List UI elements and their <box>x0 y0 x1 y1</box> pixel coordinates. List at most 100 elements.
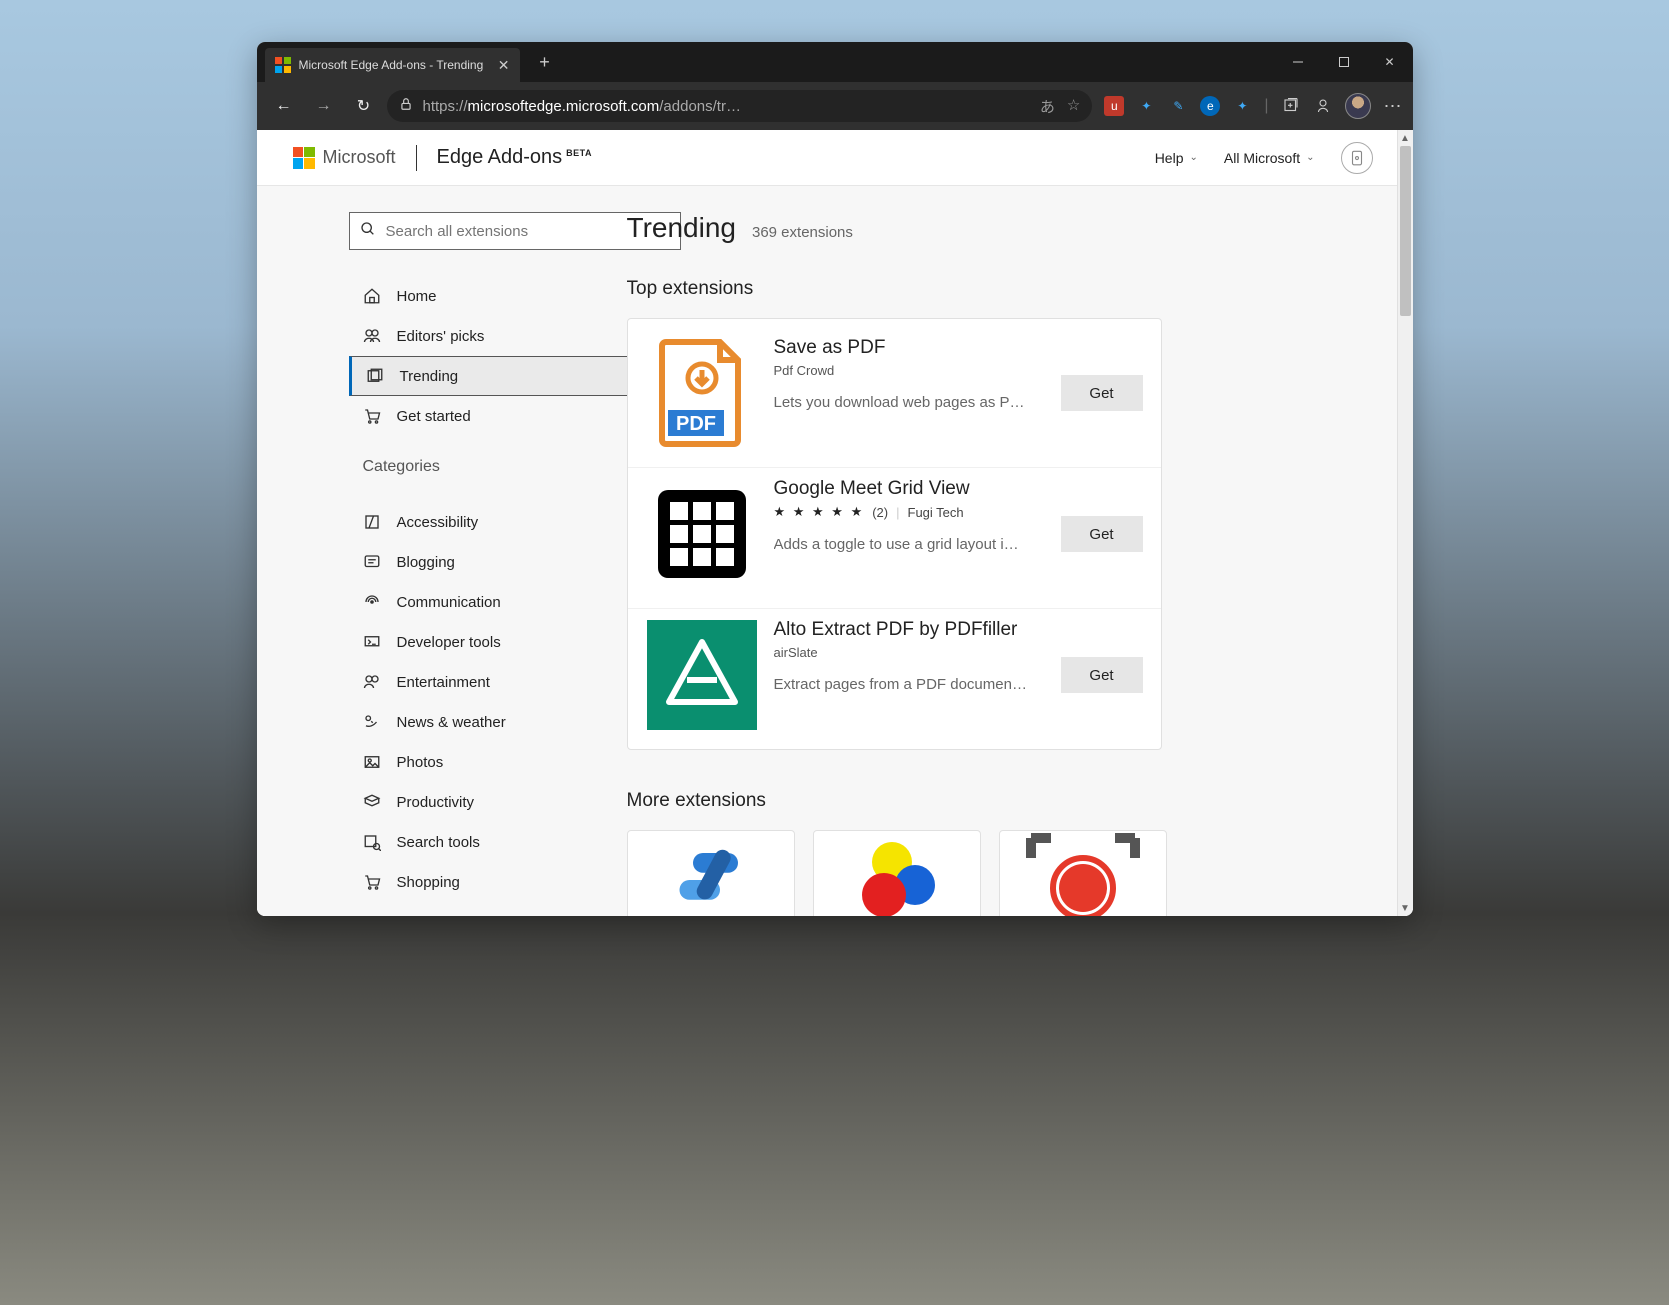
more-extensions-header: More extensions <box>627 790 1397 812</box>
extension-description: Lets you download web pages as P… <box>774 394 1028 411</box>
browser-window: Microsoft Edge Add-ons - Trending ✕ + ✕ … <box>257 42 1413 916</box>
microsoft-brand-text: Microsoft <box>323 147 396 168</box>
extension-description: Adds a toggle to use a grid layout i… <box>774 536 1028 553</box>
category-icon <box>363 513 381 531</box>
scroll-down-icon[interactable]: ▼ <box>1398 900 1413 916</box>
page-body: HomeEditors' picksTrendingGet started Ca… <box>257 186 1413 916</box>
extension-title: Google Meet Grid View <box>774 478 1045 500</box>
more-extension-1[interactable] <box>627 830 795 916</box>
extension-icon: PDF <box>646 337 758 449</box>
extension-icon <box>646 478 758 590</box>
site-header: Microsoft Edge Add-onsBETA Help ⌄ All Mi… <box>257 130 1413 186</box>
user-avatar[interactable] <box>1341 142 1373 174</box>
address-bar: ← → ↻ https://microsoftedge.microsoft.co… <box>257 82 1413 130</box>
search-icon <box>360 221 376 242</box>
extension-title: Save as PDF <box>774 337 1045 359</box>
more-extensions-grid <box>627 830 1397 916</box>
extension-count: 369 extensions <box>752 224 853 241</box>
sidebar: HomeEditors' picksTrendingGet started Ca… <box>257 186 627 916</box>
extension-publisher: Pdf Crowd <box>774 363 1045 378</box>
top-extensions-header: Top extensions <box>627 278 1397 300</box>
category-icon <box>363 673 381 691</box>
forward-button[interactable]: → <box>307 89 341 123</box>
extension-row[interactable]: Alto Extract PDF by PDFfiller airSlate Ext… <box>628 608 1161 749</box>
category-icon <box>363 713 381 731</box>
browser-tab[interactable]: Microsoft Edge Add-ons - Trending ✕ <box>265 48 520 82</box>
url-box[interactable]: https://microsoftedge.microsoft.com/addo… <box>387 90 1093 122</box>
extension-publisher: airSlate <box>774 645 1045 660</box>
ext-5-icon[interactable]: ✦ <box>1232 96 1252 116</box>
tab-favicon-icon <box>275 57 291 73</box>
nav-icon <box>363 327 381 345</box>
header-right: Help ⌄ All Microsoft ⌄ <box>1155 142 1373 174</box>
scrollbar-thumb[interactable] <box>1400 146 1411 316</box>
category-icon <box>363 873 381 891</box>
microsoft-logo[interactable]: Microsoft <box>293 147 396 169</box>
microsoft-logo-icon <box>293 147 315 169</box>
tab-title: Microsoft Edge Add-ons - Trending <box>299 58 490 72</box>
header-divider <box>416 145 417 171</box>
nav-list: HomeEditors' picksTrendingGet started <box>349 276 627 436</box>
ext-2-icon[interactable]: ✦ <box>1136 96 1156 116</box>
get-button[interactable]: Get <box>1061 375 1143 411</box>
nav-icon <box>363 407 381 425</box>
translate-icon[interactable]: あ <box>1040 96 1055 117</box>
extension-row[interactable]: PDF Save as PDF Pdf Crowd Lets you download… <box>628 319 1161 467</box>
more-menu-icon[interactable]: ⋯ <box>1383 96 1403 116</box>
minimize-button[interactable] <box>1275 42 1321 82</box>
categories-list: AccessibilityBloggingCommunicationDevelo… <box>349 502 627 916</box>
ext-3-icon[interactable]: ✎ <box>1168 96 1188 116</box>
lock-icon <box>399 97 413 115</box>
refresh-button[interactable]: ↻ <box>347 89 381 123</box>
all-microsoft-link[interactable]: All Microsoft ⌄ <box>1224 150 1315 166</box>
get-button[interactable]: Get <box>1061 516 1143 552</box>
top-extensions-card: PDF Save as PDF Pdf Crowd Lets you download… <box>627 318 1162 750</box>
product-name[interactable]: Edge Add-onsBETA <box>437 146 593 169</box>
category-icon <box>363 633 381 651</box>
chevron-down-icon: ⌄ <box>1306 152 1314 163</box>
category-icon <box>363 553 381 571</box>
extension-rating: ★ ★ ★ ★ ★(2)|Fugi Tech <box>774 504 1045 520</box>
nav-icon <box>363 287 381 305</box>
window-controls: ✕ <box>1275 42 1413 82</box>
maximize-button[interactable] <box>1321 42 1367 82</box>
page-content: Microsoft Edge Add-onsBETA Help ⌄ All Mi… <box>257 130 1413 916</box>
titlebar: Microsoft Edge Add-ons - Trending ✕ + ✕ <box>257 42 1413 82</box>
collections-icon[interactable] <box>1281 96 1301 116</box>
tab-close-icon[interactable]: ✕ <box>498 57 510 74</box>
extension-toolbar: u ✦ ✎ e ✦ | ⋯ <box>1098 93 1402 119</box>
svg-text:PDF: PDF <box>676 413 716 435</box>
category-icon <box>363 833 381 851</box>
extension-description: Extract pages from a PDF document… <box>774 676 1028 693</box>
chevron-down-icon: ⌄ <box>1189 152 1197 163</box>
url-host: microsoftedge.microsoft.com <box>468 98 660 115</box>
categories-header: Categories <box>349 458 627 476</box>
back-button[interactable]: ← <box>267 89 301 123</box>
category-icon <box>363 913 381 916</box>
more-extension-3[interactable] <box>999 830 1167 916</box>
nav-icon <box>366 367 384 385</box>
scroll-up-icon[interactable]: ▲ <box>1398 130 1413 146</box>
feedback-icon[interactable] <box>1313 96 1333 116</box>
category-icon <box>363 793 381 811</box>
ext-4-icon[interactable]: e <box>1200 96 1220 116</box>
favorite-icon[interactable]: ☆ <box>1067 96 1080 117</box>
new-tab-button[interactable]: + <box>530 52 560 73</box>
ublock-icon[interactable]: u <box>1104 96 1124 116</box>
more-extension-2[interactable] <box>813 830 981 916</box>
category-icon <box>363 593 381 611</box>
extension-icon <box>646 619 758 731</box>
get-button[interactable]: Get <box>1061 657 1143 693</box>
profile-avatar[interactable] <box>1345 93 1371 119</box>
page-heading: Trending 369 extensions <box>627 212 1397 244</box>
category-icon <box>363 753 381 771</box>
close-window-button[interactable]: ✕ <box>1367 42 1413 82</box>
url-path: /addons/tr… <box>659 98 741 115</box>
main-panel: Trending 369 extensions Top extensions P… <box>627 186 1397 916</box>
vertical-scrollbar[interactable]: ▲ ▼ <box>1397 130 1413 916</box>
url-protocol: https:// <box>423 98 468 115</box>
help-link[interactable]: Help ⌄ <box>1155 150 1198 166</box>
page-title: Trending <box>627 212 736 244</box>
extension-title: Alto Extract PDF by PDFfiller <box>774 619 1045 641</box>
extension-row[interactable]: Google Meet Grid View ★ ★ ★ ★ ★(2)|Fugi T… <box>628 467 1161 608</box>
